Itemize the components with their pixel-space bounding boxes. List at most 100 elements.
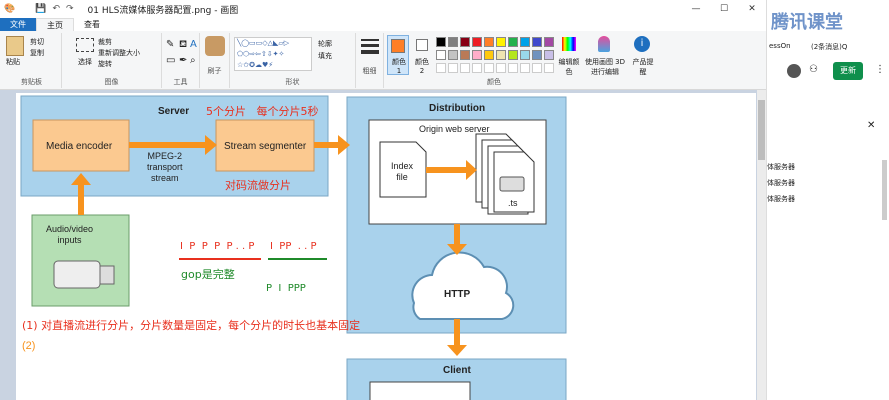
pencil-icon[interactable]: ✎ [166,39,174,50]
palette-swatch[interactable] [484,37,494,47]
palette-swatch[interactable] [472,50,482,60]
text-icon[interactable]: A [190,39,197,50]
quick-access-toolbar: 💾 ↶ ↷ [35,4,73,14]
brush-icon[interactable] [205,36,225,56]
image-group: 选择 裁剪 重新调整大小 旋转 图像 [62,33,162,88]
picker-icon[interactable]: ✒ [179,55,187,66]
color2-label[interactable]: 颜色 2 [412,57,432,75]
annotation-segmenting: 对码流做分片 [225,179,291,192]
select-icon[interactable] [76,38,94,52]
avatar[interactable] [787,64,801,78]
update-button[interactable]: 更新 [833,62,863,80]
paste-icon[interactable] [6,36,24,56]
size-label[interactable]: 粗细 [356,66,383,76]
media-encoder-label: Media encoder [46,141,113,152]
shapes-gallery[interactable]: ╲◯▭▭◇△◣▱▷ ⬠⬡⇨⇦⇧⇩✦✧ ☆✩✪☁♥⚡ [234,37,312,71]
palette-swatch-empty[interactable] [508,63,518,73]
list-item[interactable]: 体服务器 [767,162,795,172]
palette-swatch[interactable] [436,50,446,60]
palette-swatch[interactable] [496,50,506,60]
tab-file[interactable]: 文件 [0,18,36,31]
palette-swatch[interactable] [436,37,446,47]
palette-swatch[interactable] [508,50,518,60]
shapes-group: ╲◯▭▭◇△◣▱▷ ⬠⬡⇨⇦⇧⇩✦✧ ☆✩✪☁♥⚡ 轮廓 填充 形状 [230,33,356,88]
palette-swatch-empty[interactable] [460,63,470,73]
close-button[interactable]: ✕ [738,0,766,18]
minimize-button[interactable]: — [682,0,710,18]
vertical-scrollbar[interactable] [757,90,766,400]
palette-swatch[interactable] [532,37,542,47]
canvas-area[interactable]: Server Media encoder MPEG-2 transport st… [0,90,766,400]
palette-swatch[interactable] [460,50,470,60]
palette-swatch[interactable] [472,37,482,47]
paint3d-icon[interactable] [598,36,610,52]
close-icon[interactable]: ✕ [867,120,875,131]
list-item[interactable]: 体服务器 [767,178,795,188]
palette-swatch-empty[interactable] [544,63,554,73]
palette-swatch-empty[interactable] [472,63,482,73]
http-label: HTTP [444,289,471,300]
undo-icon[interactable]: ↶ [52,4,60,14]
copy-button[interactable]: 复制 [30,48,44,58]
save-icon[interactable]: 💾 [35,4,46,14]
colors-group: 颜色 1 颜色 2 编辑颜色 使用画图 3D 进行编辑 i 产品提醒 颜色 [384,33,664,88]
info-icon[interactable]: i [634,36,650,52]
palette-swatch[interactable] [484,50,494,60]
palette-swatch-empty[interactable] [436,63,446,73]
fill-button[interactable]: 填充 [318,51,332,61]
select-button[interactable]: 选择 [78,57,92,67]
palette-swatch[interactable] [532,50,542,60]
resize-button[interactable]: 重新调整大小 [98,48,140,58]
tab-view[interactable]: 查看 [74,18,110,31]
more-icon[interactable]: ⋮ [875,64,885,75]
rotate-button[interactable]: 旋转 [98,59,112,69]
color1-label: 颜色 1 [392,58,406,75]
annotation-gop-1: I P P P P . . P [180,241,255,252]
fill-icon[interactable]: ⛾ [179,39,187,52]
palette-swatch-empty[interactable] [448,63,458,73]
tab-home[interactable]: 主页 [36,18,74,31]
paint3d-button[interactable]: 使用画图 3D 进行编辑 [584,57,626,77]
edit-colors-button[interactable]: 编辑颜色 [556,57,582,77]
palette-swatch-empty[interactable] [496,63,506,73]
palette-swatch[interactable] [448,37,458,47]
edit-colors-icon[interactable] [562,37,576,51]
panel-scrollbar[interactable] [882,160,887,220]
palette-swatch[interactable] [460,37,470,47]
browser-tab-b[interactable]: (2条消息)Q [811,42,847,52]
palette-swatch[interactable] [544,50,554,60]
brand-watermark: 腾讯课堂 [771,12,843,33]
tools-group: ✎ ⛾ A ▭ ✒ ⌕ 工具 [162,33,200,88]
palette-swatch[interactable] [496,37,506,47]
crop-button[interactable]: 裁剪 [98,37,112,47]
color2-swatch[interactable] [416,39,428,51]
palette-swatch[interactable] [520,50,530,60]
palette-swatch[interactable] [448,50,458,60]
palette-swatch-empty[interactable] [532,63,542,73]
clipboard-group: 粘贴 剪切 复制 剪贴板 [2,33,62,88]
palette-swatch[interactable] [520,37,530,47]
palette-swatch[interactable] [544,37,554,47]
browser-tab-a[interactable]: essOn [769,42,791,50]
list-item[interactable]: 体服务器 [767,194,795,204]
outline-button[interactable]: 轮廓 [318,39,332,49]
palette-swatch-empty[interactable] [520,63,530,73]
scrollbar-thumb[interactable] [758,100,765,160]
annotation-segments: 5个分片 每个分片5秒 [206,105,319,118]
index-file-label: Index file [391,161,414,182]
palette-swatch[interactable] [508,37,518,47]
palette-swatch-empty[interactable] [484,63,494,73]
hls-diagram [20,95,567,400]
redo-icon[interactable]: ↷ [66,4,74,14]
stream-segmenter-label: Stream segmenter [224,141,307,152]
product-alert-button[interactable]: 产品提醒 [630,57,656,77]
paste-button[interactable]: 粘贴 [6,57,20,67]
add-person-icon[interactable]: ⚇ [809,64,818,75]
cut-button[interactable]: 剪切 [30,37,44,47]
window-title: 01 HLS流媒体服务器配置.png - 画图 [87,5,239,16]
magnifier-icon[interactable]: ⌕ [190,55,196,66]
maximize-button[interactable]: ☐ [710,0,738,18]
canvas[interactable]: Server Media encoder MPEG-2 transport st… [16,93,756,400]
brushes-label[interactable]: 刷子 [200,66,229,76]
eraser-icon[interactable]: ▭ [166,55,175,66]
